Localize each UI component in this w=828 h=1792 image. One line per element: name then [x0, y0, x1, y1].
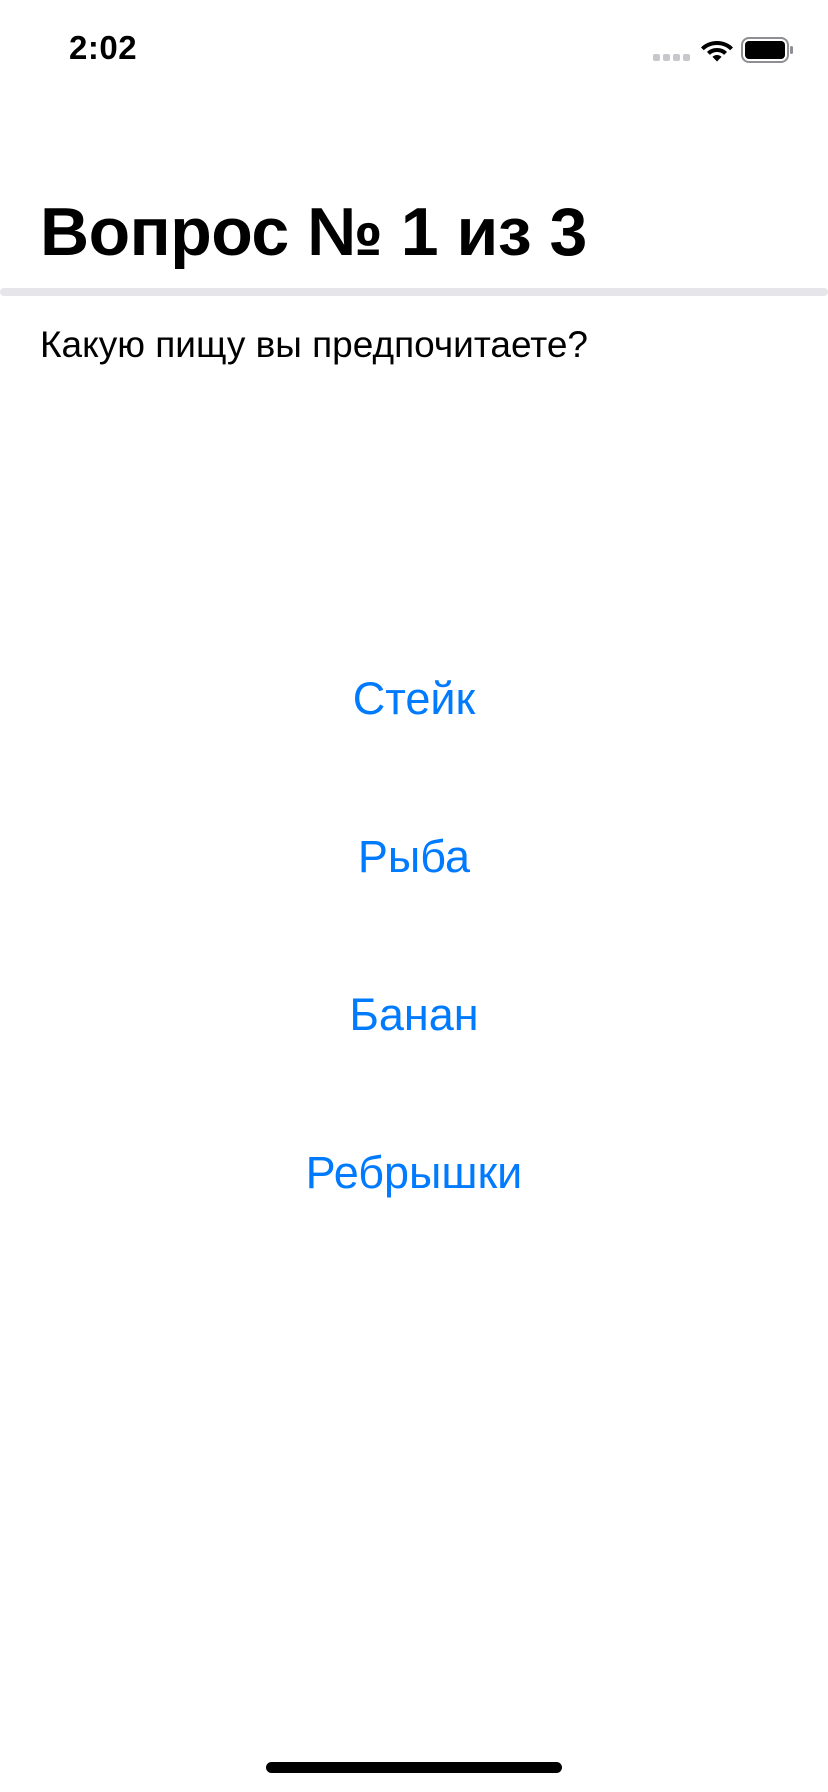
answer-list: Стейк Рыба Банан Ребрышки [0, 620, 828, 1252]
status-bar: 2:02 [0, 0, 828, 100]
question-text: Какую пищу вы предпочитаете? [40, 324, 588, 365]
status-time: 2:02 [69, 29, 138, 66]
progress-bar [0, 288, 828, 296]
answer-button-ribs[interactable]: Ребрышки [0, 1094, 828, 1252]
home-indicator [266, 1762, 562, 1773]
answer-button-steak[interactable]: Стейк [0, 620, 828, 778]
page-title: Вопрос № 1 из 3 [40, 194, 587, 270]
answer-button-fish[interactable]: Рыба [0, 778, 828, 936]
wifi-icon [701, 41, 733, 62]
battery-icon [741, 37, 793, 63]
answer-button-banana[interactable]: Банан [0, 936, 828, 1094]
signal-icon [653, 54, 690, 61]
